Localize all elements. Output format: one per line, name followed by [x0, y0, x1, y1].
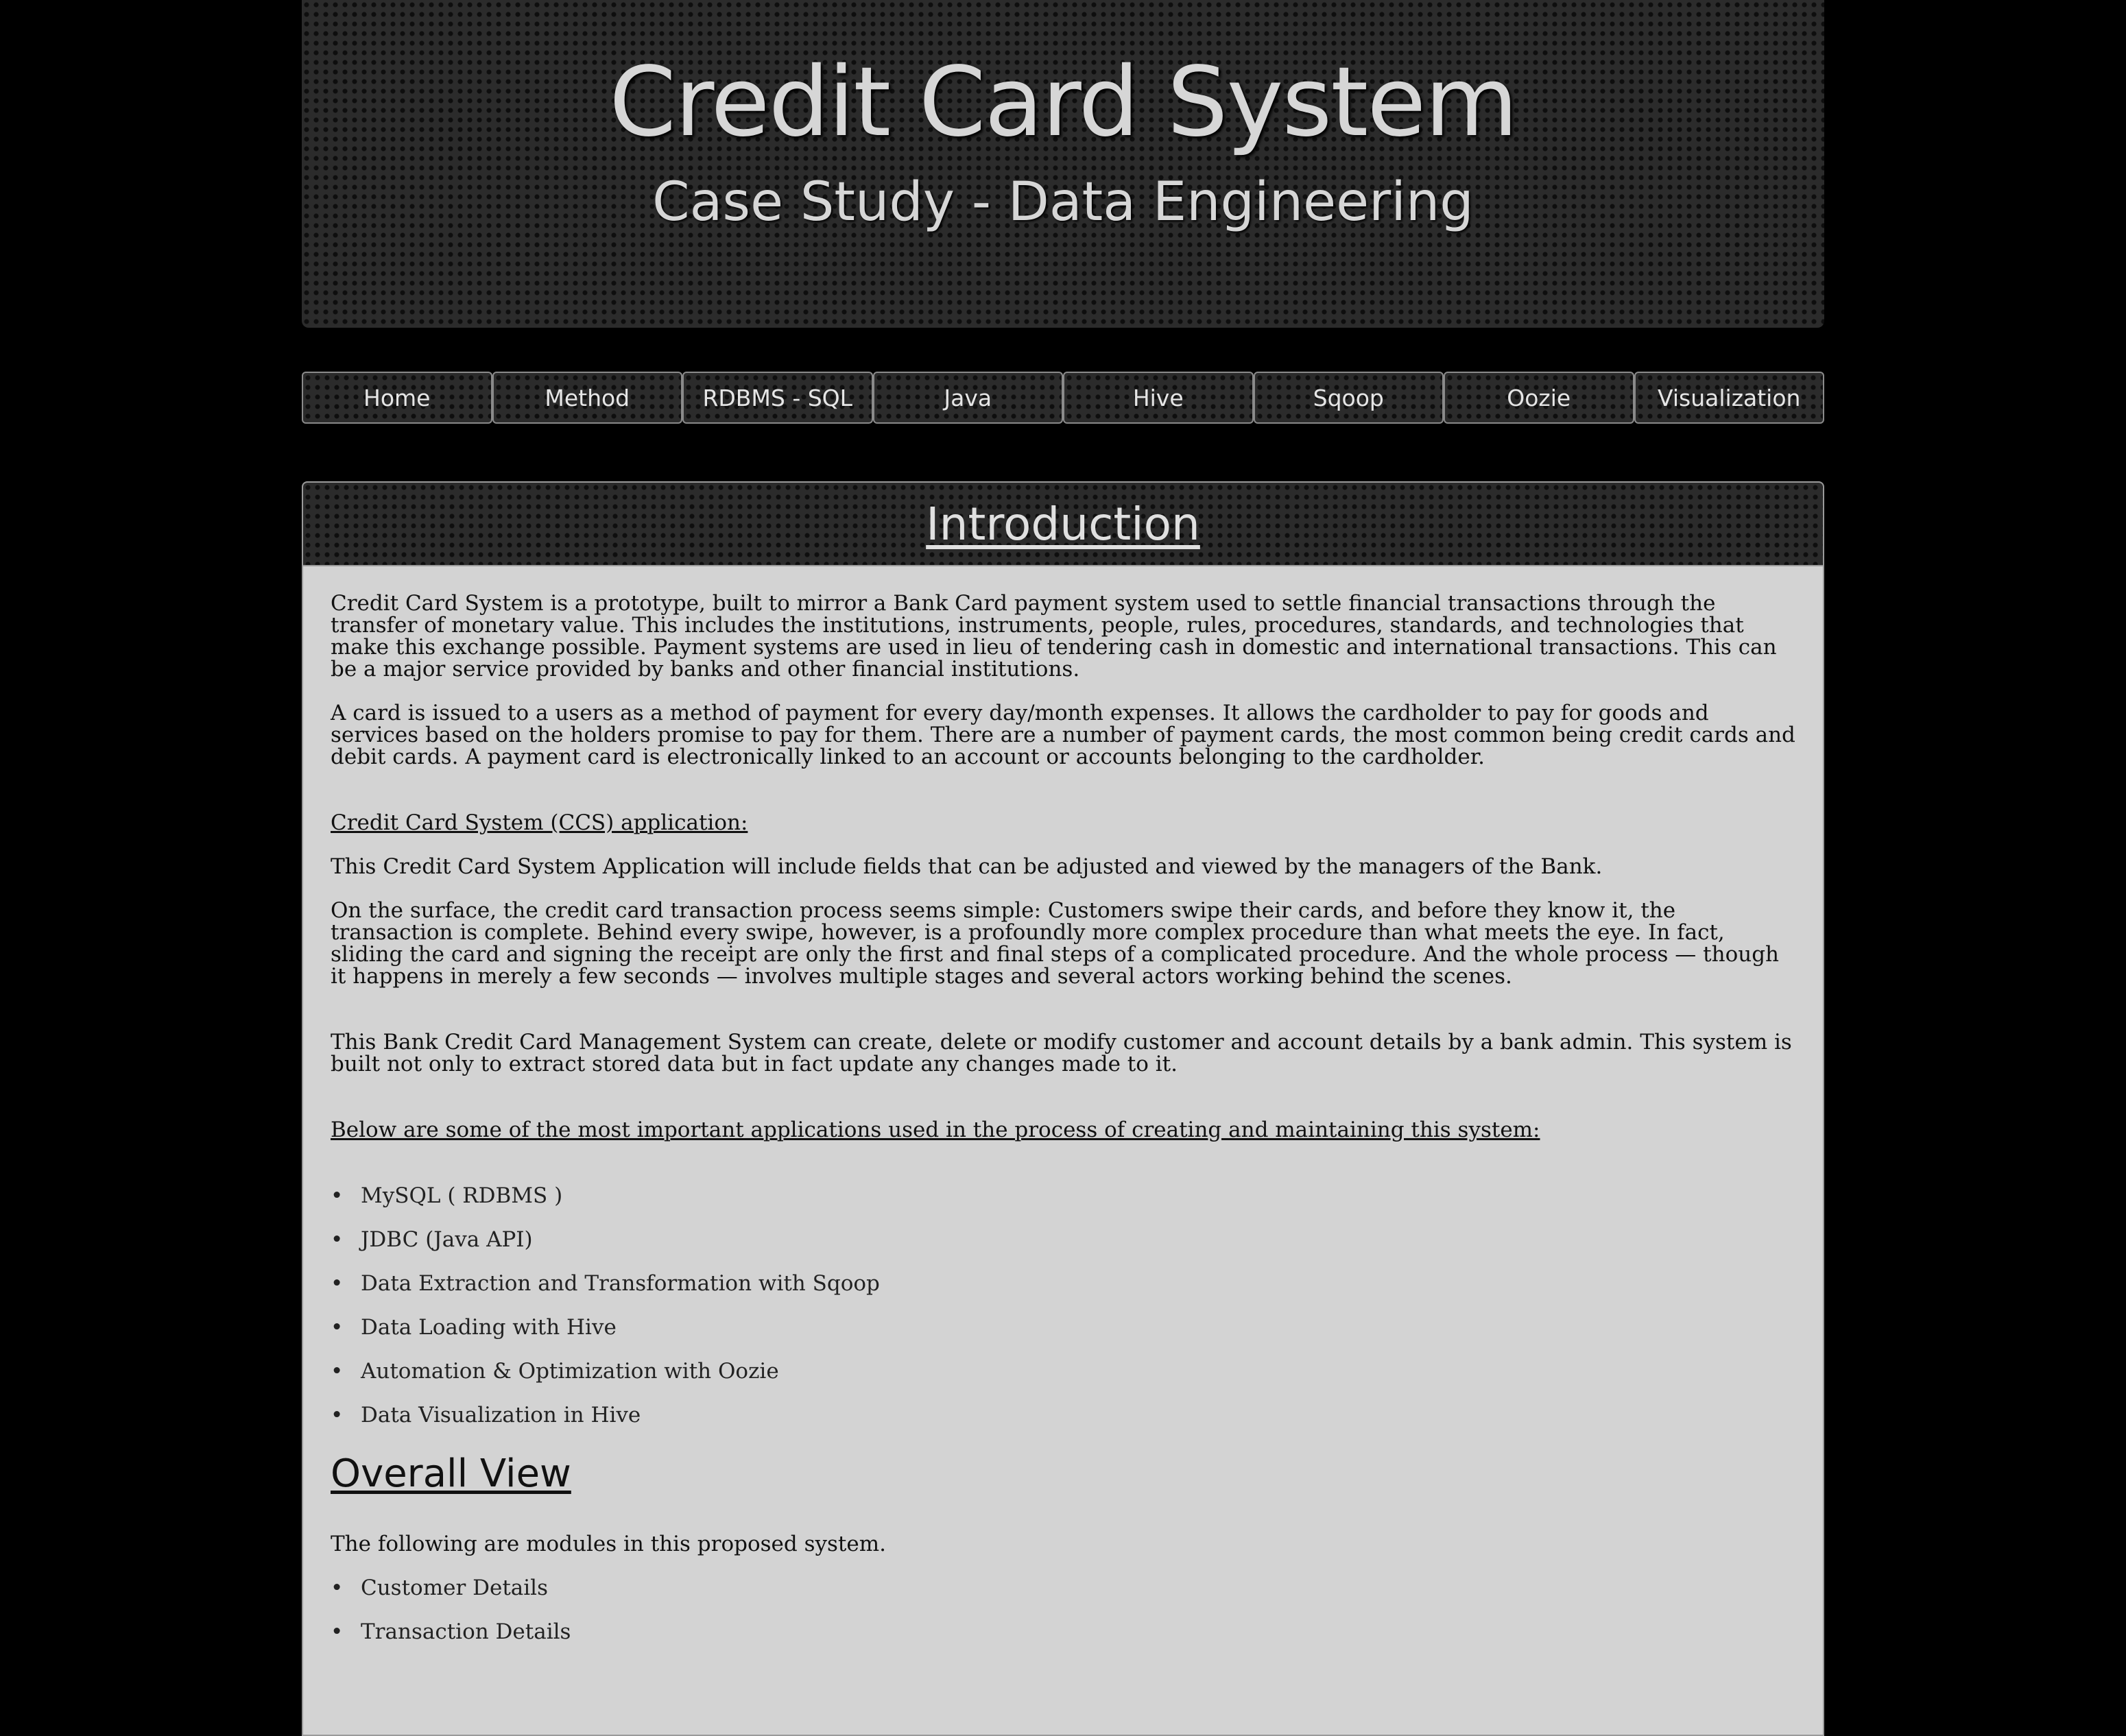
panel-body: Credit Card System is a prototype, built…	[303, 566, 1823, 1643]
list-item: Data Visualization in Hive	[331, 1404, 1795, 1426]
apps-heading: Below are some of the most important app…	[331, 1118, 1540, 1142]
site-title: Credit Card System	[609, 47, 1518, 158]
list-item: JDBC (Java API)	[331, 1229, 1795, 1251]
list-item: MySQL ( RDBMS )	[331, 1185, 1795, 1207]
nav-item-java[interactable]: Java	[872, 372, 1063, 424]
panel-header: Introduction	[303, 483, 1823, 566]
list-item: Customer Details	[331, 1577, 1795, 1599]
ccs-paragraph-2: On the surface, the credit card transact…	[331, 898, 1780, 989]
modules-list: Customer Details Transaction Details	[331, 1577, 1795, 1643]
intro-paragraph-1: Credit Card System is a prototype, built…	[331, 591, 1777, 682]
nav-item-hive[interactable]: Hive	[1063, 372, 1254, 424]
content-panel: Introduction Credit Card System is a pro…	[302, 481, 1824, 1736]
overall-intro: The following are modules in this propos…	[331, 1532, 886, 1556]
nav-item-sqoop[interactable]: Sqoop	[1253, 372, 1444, 424]
nav-item-home[interactable]: Home	[302, 372, 492, 424]
ccs-paragraph-3: This Bank Credit Card Management System …	[331, 1030, 1792, 1076]
list-item: Data Extraction and Transformation with …	[331, 1273, 1795, 1294]
intro-paragraph-2: A card is issued to a users as a method …	[331, 701, 1795, 769]
site-header: Credit Card System Case Study - Data Eng…	[302, 0, 1824, 328]
nav-item-method[interactable]: Method	[492, 372, 682, 424]
nav-item-oozie[interactable]: Oozie	[1444, 372, 1634, 424]
section-title: Introduction	[926, 497, 1200, 551]
nav-item-visualization[interactable]: Visualization	[1634, 372, 1824, 424]
main-nav: Home Method RDBMS - SQL Java Hive Sqoop …	[302, 372, 1824, 424]
list-item: Automation & Optimization with Oozie	[331, 1360, 1795, 1382]
apps-list: MySQL ( RDBMS ) JDBC (Java API) Data Ext…	[331, 1185, 1795, 1426]
ccs-paragraph-1: This Credit Card System Application will…	[331, 854, 1603, 879]
site-subtitle: Case Study - Data Engineering	[652, 171, 1474, 233]
list-item: Transaction Details	[331, 1621, 1795, 1643]
list-item: Data Loading with Hive	[331, 1316, 1795, 1338]
ccs-heading: Credit Card System (CCS) application:	[331, 810, 748, 835]
overall-view-heading: Overall View	[331, 1451, 571, 1496]
nav-item-rdbms-sql[interactable]: RDBMS - SQL	[682, 372, 873, 424]
